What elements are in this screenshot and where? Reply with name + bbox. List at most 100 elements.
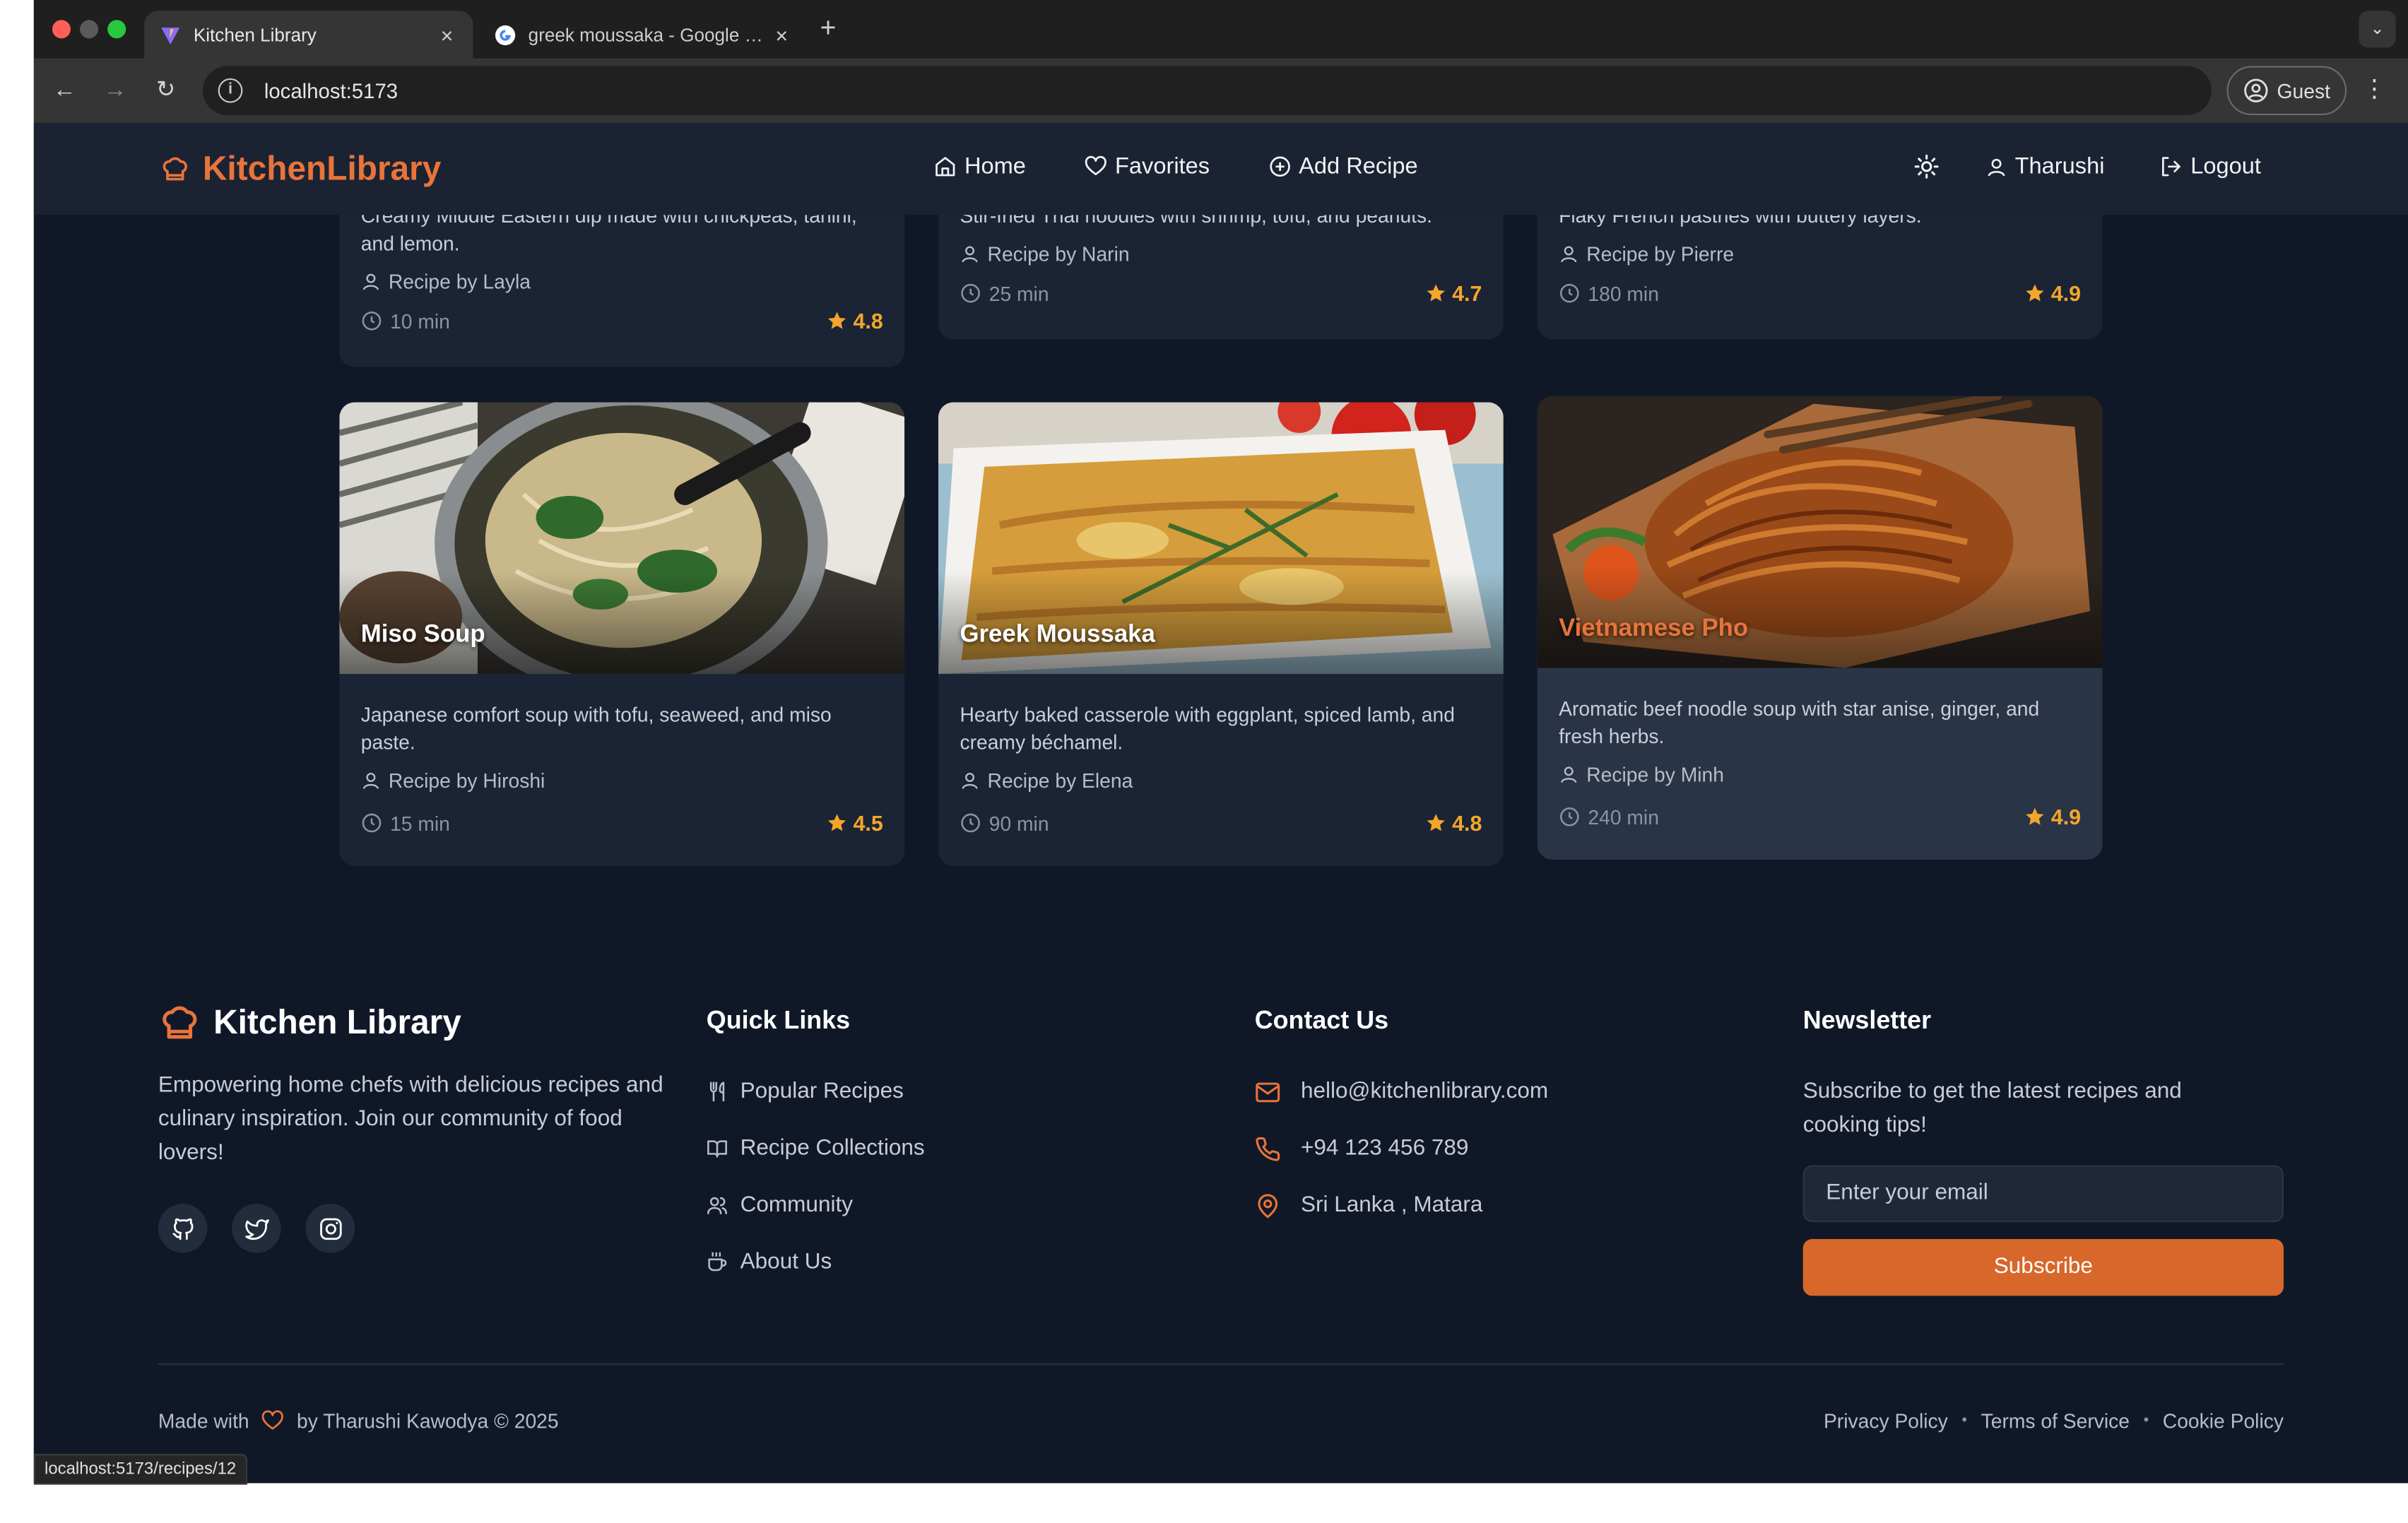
nav-favorites[interactable]: Favorites (1085, 153, 1210, 179)
star-icon (1426, 284, 1444, 302)
user-name: Tharushi (2014, 153, 2105, 180)
logout-button[interactable]: Logout (2160, 153, 2261, 179)
recipe-card-vietnamese-pho[interactable]: Vietnamese Pho Aromatic beef noodle soup… (1537, 396, 2103, 860)
cookie-policy-link[interactable]: Cookie Policy (2163, 1409, 2284, 1433)
profile-label: Guest (2277, 78, 2330, 102)
quick-link-recipe-collections[interactable]: Recipe Collections (707, 1132, 925, 1166)
clock-icon (961, 813, 980, 833)
star-icon (827, 814, 846, 831)
legal-links: Privacy Policy • Terms of Service • Cook… (1824, 1409, 2284, 1433)
twitter-icon (244, 1219, 268, 1240)
tab-label: Kitchen Library (193, 23, 317, 46)
newsletter-email-input[interactable]: Enter your email (1802, 1165, 2284, 1223)
nav-favorites-label: Favorites (1114, 153, 1210, 180)
recipe-time-label: 240 min (1588, 805, 1659, 829)
clock-icon (1560, 283, 1579, 303)
user-icon (362, 273, 379, 290)
maximize-window-button[interactable] (107, 20, 126, 39)
recipe-description: Aromatic beef noodle soup with star anis… (1559, 697, 2040, 748)
close-window-button[interactable] (52, 20, 71, 39)
user-icon (1988, 158, 2005, 176)
quick-links-heading: Quick Links (706, 1007, 851, 1035)
browser-toolbar: ← → ↻ i localhost:5173 Guest ⋮ (33, 58, 2408, 123)
recipe-time: 90 min (960, 812, 1049, 834)
github-link[interactable] (158, 1204, 208, 1253)
link-status-bar: localhost:5173/recipes/12 (33, 1454, 247, 1485)
profile-icon (2243, 78, 2267, 102)
instagram-icon (319, 1217, 341, 1240)
subscribe-button[interactable]: Subscribe (1802, 1239, 2284, 1296)
tab-close-icon[interactable]: × (771, 23, 792, 47)
twitter-link[interactable] (232, 1204, 281, 1253)
recipe-card-greek-moussaka[interactable]: Greek Moussaka Hearty baked casserole wi… (938, 402, 1504, 866)
back-arrow-icon[interactable]: ← (47, 73, 81, 107)
instagram-link[interactable] (305, 1204, 355, 1253)
contact-location-value: Sri Lanka , Matara (1300, 1192, 1483, 1218)
browser-menu-icon[interactable]: ⋮ (2362, 73, 2387, 104)
quick-link-label: Popular Recipes (740, 1079, 904, 1104)
recipe-time: 25 min (960, 281, 1049, 305)
quick-link-popular-recipes[interactable]: Popular Recipes (707, 1074, 925, 1108)
recipe-meta: 90 min 4.8 (938, 811, 1504, 835)
sun-icon[interactable] (1913, 153, 1940, 179)
reload-icon[interactable]: ↻ (149, 73, 183, 107)
recipe-author-label: Recipe by Elena (987, 769, 1133, 793)
tab-kitchen-library[interactable]: Kitchen Library × (144, 11, 473, 59)
quick-link-about-us[interactable]: About Us (707, 1245, 925, 1279)
recipe-rating-value: 4.7 (1452, 280, 1482, 306)
quick-link-community[interactable]: Community (707, 1188, 925, 1222)
recipe-rating-value: 4.5 (853, 810, 883, 836)
recipe-time: 240 min (1559, 805, 1659, 829)
new-tab-icon[interactable]: + (820, 12, 837, 45)
site-info-icon[interactable]: i (218, 78, 243, 103)
recipe-author: Recipe by Pierre (1538, 242, 2103, 266)
recipe-description: Hearty baked casserole with eggplant, sp… (960, 703, 1455, 754)
utensils-icon (709, 1081, 725, 1102)
recipe-meta: 15 min 4.5 (339, 810, 904, 836)
minimize-window-button[interactable] (80, 20, 99, 39)
recipe-title: Greek Moussaka (960, 622, 1155, 648)
recipe-rating-value: 4.9 (2050, 804, 2082, 829)
mail-icon (1256, 1081, 1280, 1102)
footer-brand-name: Kitchen Library (213, 1002, 461, 1041)
forward-arrow-icon[interactable]: → (98, 73, 132, 107)
address-bar[interactable]: i localhost:5173 (202, 66, 2212, 116)
quick-link-label: Community (740, 1192, 854, 1218)
brand-link[interactable]: KitchenLibrary (160, 149, 441, 189)
tab-close-icon[interactable]: × (436, 23, 457, 47)
star-icon (2025, 284, 2043, 302)
contact-location: Sri Lanka , Matara (1255, 1188, 1548, 1222)
logout-label: Logout (2190, 153, 2261, 180)
nav-home[interactable]: Home (933, 153, 1026, 179)
recipe-author-label: Recipe by Hiroshi (388, 769, 545, 793)
recipe-author: Recipe by Minh (1538, 763, 2103, 786)
user-icon (962, 773, 978, 789)
recipe-time-label: 25 min (988, 281, 1049, 305)
recipe-time: 15 min (361, 812, 450, 834)
profile-button[interactable]: Guest (2226, 66, 2347, 116)
contact-email[interactable]: hello@kitchenlibrary.com (1255, 1074, 1548, 1108)
recipe-meta: 180 min 4.9 (1538, 281, 2103, 306)
vite-favicon-icon (161, 27, 180, 44)
coffee-icon (708, 1252, 727, 1272)
terms-of-service-link[interactable]: Terms of Service (1981, 1409, 2130, 1433)
map-pin-icon (1258, 1193, 1278, 1218)
tab-search-chevron-icon[interactable]: ⌄ (2359, 11, 2396, 48)
user-profile-link[interactable]: Tharushi (1985, 153, 2104, 179)
separator-dot: • (1961, 1412, 1968, 1430)
tab-google-search[interactable]: greek moussaka - Google Search × (479, 11, 808, 58)
privacy-policy-link[interactable]: Privacy Policy (1824, 1409, 1948, 1433)
quick-links-list: Popular Recipes Recipe Collections Commu… (707, 1074, 925, 1279)
user-icon (362, 773, 379, 789)
recipe-time-label: 10 min (390, 309, 450, 333)
recipe-description: Japanese comfort soup with tofu, seaweed… (360, 703, 832, 754)
recipe-time: 10 min (361, 309, 450, 333)
users-icon (707, 1197, 727, 1214)
recipe-card-miso-soup[interactable]: Miso Soup Japanese comfort soup with tof… (339, 402, 905, 866)
nav-add-recipe[interactable]: Add Recipe (1268, 153, 1418, 179)
page: KitchenLibrary Home Favorites Add Recipe (33, 122, 2408, 1483)
contact-phone[interactable]: +94 123 456 789 (1255, 1132, 1548, 1166)
recipe-author-label: Recipe by Narin (987, 242, 1130, 266)
clock-icon (1560, 807, 1579, 826)
user-icon (962, 246, 978, 263)
